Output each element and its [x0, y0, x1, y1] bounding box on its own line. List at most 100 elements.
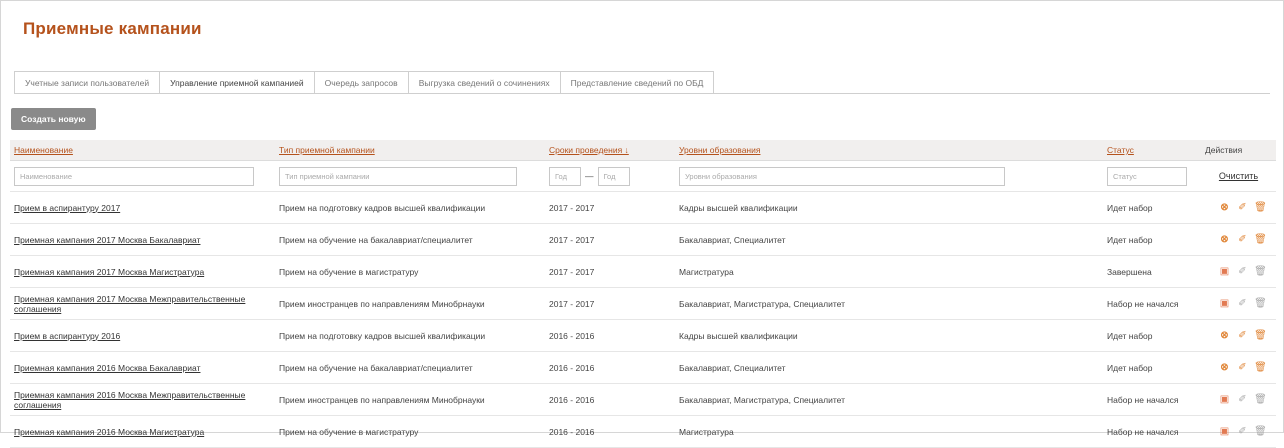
edit-icon[interactable]: ✐ — [1237, 330, 1248, 341]
campaign-period-cell: 2017 - 2017 — [549, 202, 595, 213]
campaign-period-cell: 2016 - 2016 — [549, 394, 595, 405]
column-header-type[interactable]: Тип приемной кампании — [275, 140, 545, 161]
tab-obd-submission[interactable]: Представление сведений по ОБД — [559, 71, 715, 94]
edit-icon[interactable]: ✐ — [1237, 266, 1248, 277]
table-header-row: Наименование Тип приемной кампании Сроки… — [10, 140, 1276, 161]
row-actions: ▣ ✐ 🗑 — [1205, 394, 1272, 405]
delete-icon[interactable]: 🗑 — [1254, 234, 1267, 245]
column-header-level[interactable]: Уровни образования — [675, 140, 1103, 161]
campaign-status-cell: Набор не начался — [1107, 394, 1179, 405]
row-actions: ▣ ✐ 🗑 — [1205, 298, 1272, 309]
delete-icon[interactable]: 🗑 — [1254, 362, 1267, 373]
tab-divider — [14, 93, 1270, 94]
edit-icon[interactable]: ✐ — [1237, 362, 1248, 373]
row-actions: ⊗ ✐ 🗑 — [1205, 234, 1272, 245]
delete-icon[interactable]: 🗑 — [1254, 394, 1267, 405]
campaign-type-cell: Прием на обучение в магистратуру — [279, 266, 419, 277]
edit-icon[interactable]: ✐ — [1237, 394, 1248, 405]
campaign-name-link[interactable]: Приемная кампания 2016 Москва Бакалавриа… — [14, 363, 200, 373]
delete-icon[interactable]: 🗑 — [1254, 330, 1267, 341]
delete-icon[interactable]: 🗑 — [1254, 266, 1267, 277]
campaign-period-cell: 2016 - 2016 — [549, 426, 595, 437]
cancel-icon[interactable]: ⊗ — [1219, 234, 1230, 245]
campaign-type-cell: Прием на обучение на бакалавриат/специал… — [279, 362, 473, 373]
column-header-name[interactable]: Наименование — [10, 140, 275, 161]
row-actions: ⊗ ✐ 🗑 — [1205, 362, 1272, 373]
campaign-type-cell: Прием на обучение на бакалавриат/специал… — [279, 234, 473, 245]
edit-icon[interactable]: ✐ — [1237, 234, 1248, 245]
cancel-icon[interactable]: ⊗ — [1219, 202, 1230, 213]
campaign-name-link[interactable]: Приемная кампания 2017 Москва Бакалавриа… — [14, 235, 200, 245]
cancel-icon[interactable]: ⊗ — [1219, 362, 1230, 373]
tab-essays-export[interactable]: Выгрузка сведений о сочинениях — [407, 71, 560, 94]
campaign-name-link[interactable]: Прием в аспирантуру 2016 — [14, 331, 120, 341]
table-row: Прием в аспирантуру 2016 Прием на подгото… — [10, 319, 1276, 352]
table-row: Прием в аспирантуру 2017 Прием на подгото… — [10, 191, 1276, 224]
campaign-name-link[interactable]: Приемная кампания 2016 Москва Межправите… — [14, 390, 245, 410]
table-row: Приемная кампания 2017 Москва Магистрату… — [10, 255, 1276, 288]
tab-bar: Учетные записи пользователей Управление … — [14, 71, 715, 94]
campaign-name-link[interactable]: Прием в аспирантуру 2017 — [14, 203, 120, 213]
document-icon[interactable]: ▣ — [1219, 266, 1230, 277]
document-icon[interactable]: ▣ — [1219, 394, 1230, 405]
campaign-period-cell: 2016 - 2016 — [549, 362, 595, 373]
campaign-level-cell: Бакалавриат, Магистратура, Специалитет — [679, 394, 845, 405]
name-filter-input[interactable]: Наименование — [14, 166, 254, 186]
cancel-icon[interactable]: ⊗ — [1219, 330, 1230, 341]
campaign-level-cell: Магистратура — [679, 266, 734, 277]
campaign-name-link[interactable]: Приемная кампания 2017 Москва Магистрату… — [14, 267, 204, 277]
clear-filters-link[interactable]: Очистить — [1205, 171, 1272, 181]
campaign-status-cell: Идет набор — [1107, 330, 1153, 341]
document-icon[interactable]: ▣ — [1219, 298, 1230, 309]
type-filter-input[interactable]: Тип приемной кампании — [279, 166, 517, 186]
page-frame: Приемные кампании Учетные записи пользов… — [0, 0, 1284, 448]
delete-icon[interactable]: 🗑 — [1254, 426, 1267, 437]
year-to-input[interactable]: Год — [597, 166, 630, 186]
tab-user-accounts[interactable]: Учетные записи пользователей — [14, 71, 160, 94]
document-icon[interactable]: ▣ — [1219, 426, 1230, 437]
campaign-period-cell: 2017 - 2017 — [549, 266, 595, 277]
status-filter-input[interactable]: Статус — [1107, 166, 1187, 186]
campaign-status-cell: Идет набор — [1107, 362, 1153, 373]
campaign-level-cell: Бакалавриат, Магистратура, Специалитет — [679, 298, 845, 309]
year-range-dash: — — [585, 171, 594, 181]
campaign-type-cell: Прием иностранцев по направлениям Минобр… — [279, 394, 485, 405]
row-actions: ⊗ ✐ 🗑 — [1205, 202, 1272, 213]
campaign-level-cell: Магистратура — [679, 426, 734, 437]
campaign-status-cell: Набор не начался — [1107, 298, 1179, 309]
edit-icon[interactable]: ✐ — [1237, 298, 1248, 309]
campaign-type-cell: Прием иностранцев по направлениям Минобр… — [279, 298, 485, 309]
campaign-status-cell: Идет набор — [1107, 234, 1153, 245]
campaign-type-cell: Прием на подготовку кадров высшей квалиф… — [279, 202, 486, 213]
campaign-period-cell: 2017 - 2017 — [549, 234, 595, 245]
delete-icon[interactable]: 🗑 — [1254, 298, 1267, 309]
row-actions: ▣ ✐ 🗑 — [1205, 426, 1272, 437]
campaign-level-cell: Кадры высшей квалификации — [679, 330, 798, 341]
tab-campaign-management[interactable]: Управление приемной кампанией — [159, 71, 314, 94]
campaign-level-cell: Кадры высшей квалификации — [679, 202, 798, 213]
campaign-status-cell: Завершена — [1107, 266, 1152, 277]
tab-request-queue[interactable]: Очередь запросов — [313, 71, 408, 94]
campaign-status-cell: Набор не начался — [1107, 426, 1179, 437]
delete-icon[interactable]: 🗑 — [1254, 202, 1267, 213]
table-row: Приемная кампания 2016 Москва Магистрату… — [10, 415, 1276, 448]
column-header-status[interactable]: Статус — [1103, 140, 1201, 161]
table-row: Приемная кампания 2017 Москва Межправите… — [10, 287, 1276, 320]
year-from-input[interactable]: Год — [549, 166, 581, 186]
edit-icon[interactable]: ✐ — [1237, 426, 1248, 437]
table-row: Приемная кампания 2016 Москва Межправите… — [10, 383, 1276, 416]
column-header-period[interactable]: Сроки проведения ↓ — [545, 140, 675, 161]
column-header-actions: Действия — [1201, 140, 1276, 161]
campaign-type-cell: Прием на подготовку кадров высшей квалиф… — [279, 330, 486, 341]
campaign-status-cell: Идет набор — [1107, 202, 1153, 213]
row-actions: ⊗ ✐ 🗑 — [1205, 330, 1272, 341]
row-actions: ▣ ✐ 🗑 — [1205, 266, 1272, 277]
level-filter-input[interactable]: Уровни образования — [679, 166, 1005, 186]
campaign-name-link[interactable]: Приемная кампания 2016 Москва Магистрату… — [14, 427, 204, 437]
campaign-name-link[interactable]: Приемная кампания 2017 Москва Межправите… — [14, 294, 245, 314]
campaign-level-cell: Бакалавриат, Специалитет — [679, 362, 786, 373]
create-new-button[interactable]: Создать новую — [11, 108, 96, 130]
campaigns-table: Наименование Тип приемной кампании Сроки… — [10, 140, 1276, 448]
edit-icon[interactable]: ✐ — [1237, 202, 1248, 213]
campaign-type-cell: Прием на обучение в магистратуру — [279, 426, 419, 437]
